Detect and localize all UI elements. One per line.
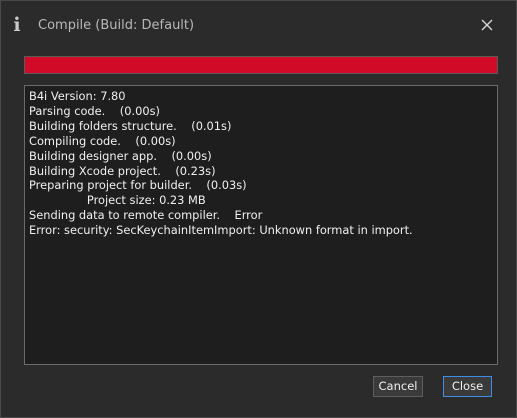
compile-log[interactable]: B4i Version: 7.80 Parsing code. (0.00s) Bu… bbox=[24, 85, 498, 365]
window-title: Compile (Build: Default) bbox=[38, 18, 195, 33]
compile-progress-bar bbox=[24, 56, 498, 74]
cancel-button[interactable]: Cancel bbox=[373, 376, 423, 397]
compile-dialog: i Compile (Build: Default) B4i Version: … bbox=[0, 0, 517, 418]
info-icon: i bbox=[13, 14, 21, 36]
close-button[interactable]: Close bbox=[443, 376, 492, 397]
close-icon[interactable] bbox=[475, 13, 499, 37]
log-line: Preparing project for builder. (0.03s) bbox=[29, 178, 247, 193]
log-line: Parsing code. (0.00s) bbox=[29, 103, 160, 118]
log-line: Building folders structure. (0.01s) bbox=[29, 118, 232, 133]
log-line: Building designer app. (0.00s) bbox=[29, 148, 212, 163]
log-line: Compiling code. (0.00s) bbox=[29, 133, 176, 148]
log-line: B4i Version: 7.80 bbox=[29, 89, 126, 103]
title-bar[interactable]: i Compile (Build: Default) bbox=[1, 1, 516, 51]
log-line: Project size: 0.23 MB bbox=[29, 193, 206, 208]
progress-fill bbox=[25, 57, 497, 73]
log-line: Building Xcode project. (0.23s) bbox=[29, 163, 216, 178]
log-line: Sending data to remote compiler. Error bbox=[29, 208, 263, 223]
log-line: Error: security: SecKeychainItemImport: … bbox=[29, 223, 413, 238]
